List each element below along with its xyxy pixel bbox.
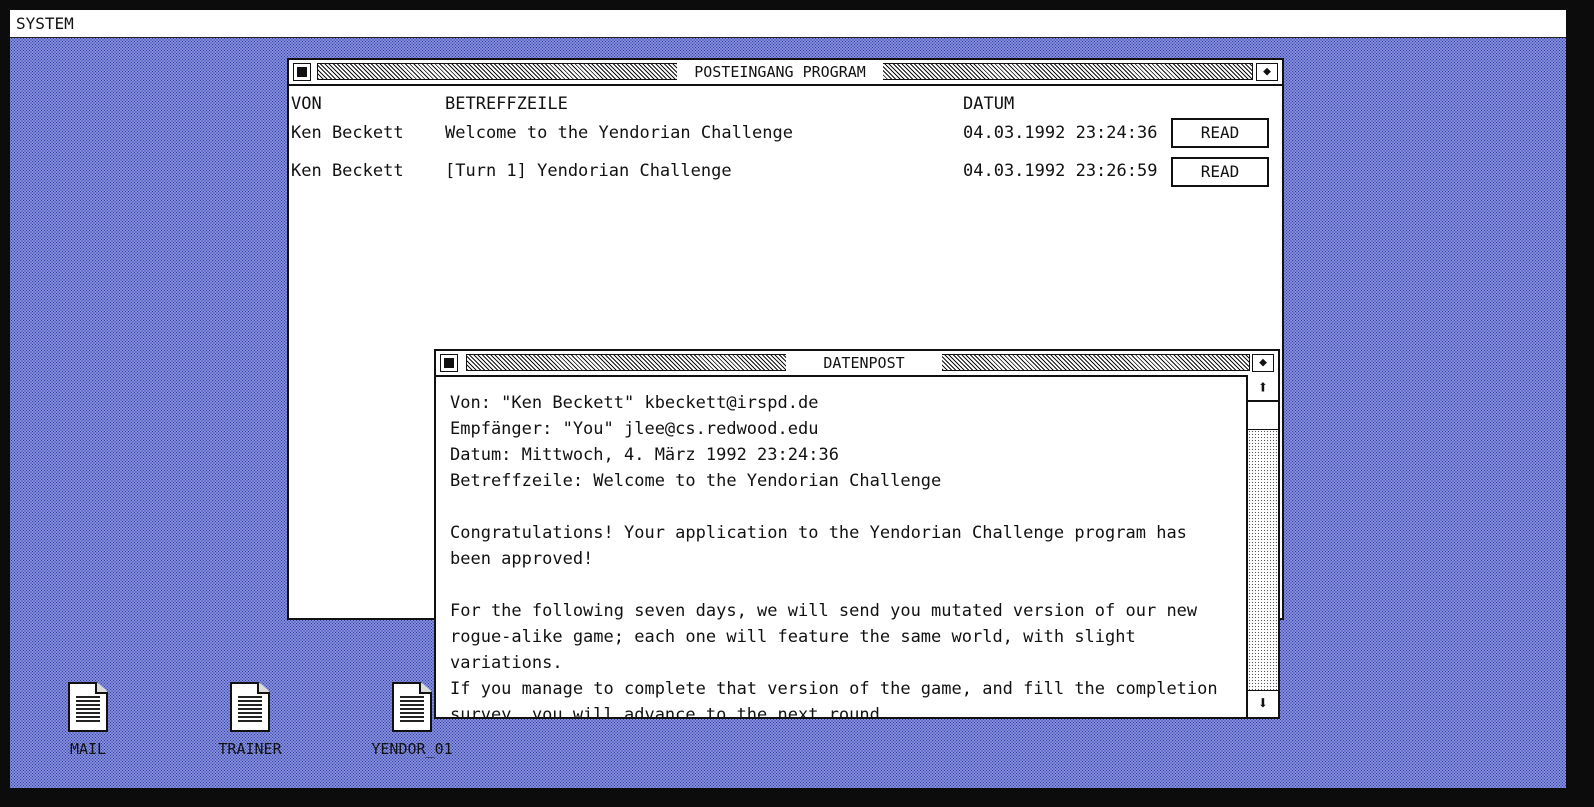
scroll-track[interactable] [1248,429,1278,691]
inbox-title-bar[interactable]: POSTEINGANG PROGRAM ◆ [289,60,1282,86]
column-header-date: DATUM [963,94,1015,114]
message-body[interactable]: Von: "Ken Beckett" kbeckett@irspd.de Emp… [436,377,1248,717]
message-line: Von: "Ken Beckett" kbeckett@irspd.de [450,393,819,413]
zoom-box-icon[interactable]: ◆ [1256,63,1278,81]
document-icon [230,682,270,732]
window-title: POSTEINGANG PROGRAM [677,63,883,82]
read-button[interactable]: READ [1171,157,1269,187]
message-line: For the following seven days, we will se… [450,601,1198,621]
desktop-icon-label: MAIL [69,740,107,758]
message-line: Datum: Mittwoch, 4. März 1992 23:24:36 [450,445,839,465]
message-title-bar[interactable]: DATENPOST ◆ [436,351,1278,377]
close-box-icon[interactable] [440,354,458,372]
desktop-icon-label: YENDOR_01 [371,740,453,758]
message-line: been approved! [450,549,594,569]
window-title: DATENPOST [786,354,942,373]
row-date: 04.03.1992 23:26:59 [963,161,1158,181]
message-line: Betreffzeile: Welcome to the Yendorian C… [450,471,942,491]
arrow-down-icon[interactable]: ⬇ [1248,691,1278,717]
row-subject: Welcome to the Yendorian Challenge [445,123,793,143]
zoom-box-icon[interactable]: ◆ [1252,354,1274,372]
close-box-icon[interactable] [293,63,311,81]
arrow-up-icon[interactable]: ⬆ [1248,375,1278,401]
row-subject: [Turn 1] Yendorian Challenge [445,161,732,181]
column-header-subject: BETREFFZEILE [445,94,568,114]
row-date: 04.03.1992 23:24:36 [963,123,1158,143]
message-line: rogue-alike game; each one will feature … [450,627,1136,647]
desktop-icon-label: TRAINER [218,740,282,758]
message-line: survey, you will advance to the next rou… [450,705,891,717]
read-button[interactable]: READ [1171,118,1269,148]
row-from: Ken Beckett [291,123,404,143]
message-line: variations. [450,653,563,673]
scroll-thumb[interactable] [1248,401,1278,429]
message-line: If you manage to complete that version o… [450,679,1218,699]
row-from: Ken Beckett [291,161,404,181]
document-icon [68,682,108,732]
desktop: SYSTEM MAIL TRAINER YENDOR_01 POSTEINGAN… [10,10,1566,788]
vertical-scrollbar[interactable]: ⬆ ⬇ [1246,375,1278,717]
column-header-from: VON [291,94,322,114]
document-icon [392,682,432,732]
menu-bar: SYSTEM [10,10,1566,38]
message-line: Empfänger: "You" jlee@cs.redwood.edu [450,419,819,439]
message-line: Congratulations! Your application to the… [450,523,1187,543]
system-menu[interactable]: SYSTEM [16,14,74,33]
message-window: DATENPOST ◆ Von: "Ken Beckett" kbeckett@… [434,349,1280,719]
